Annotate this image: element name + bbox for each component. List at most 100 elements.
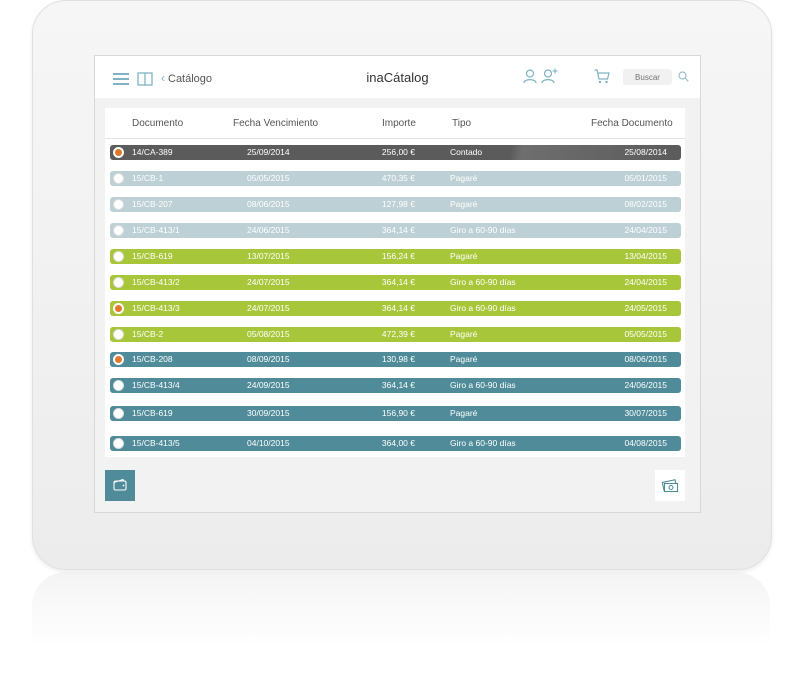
wallet-icon	[113, 478, 127, 491]
table-row[interactable]: 15/CB-619 13/07/2015 156,24 € Pagaré 13/04/2…	[110, 249, 681, 264]
cell-fecha-vencimiento: 08/09/2015	[247, 354, 290, 364]
cell-fecha-vencimiento: 24/09/2015	[247, 380, 290, 390]
cell-importe: 364,00 €	[381, 438, 415, 448]
search-icon[interactable]	[678, 71, 689, 82]
add-user-icon[interactable]	[541, 68, 558, 84]
cell-documento: 15/CB-413/2	[132, 277, 180, 287]
cell-documento: 15/CB-413/4	[132, 380, 180, 390]
cell-tipo: Giro a 60-90 días	[450, 438, 516, 448]
cell-documento: 15/CB-413/5	[132, 438, 180, 448]
radio-unselected[interactable]	[113, 251, 124, 262]
radio-unselected[interactable]	[113, 277, 124, 288]
cell-documento: 15/CB-413/3	[132, 303, 180, 313]
radio-unselected[interactable]	[113, 173, 124, 184]
radio-unselected[interactable]	[113, 199, 124, 210]
table-row[interactable]: 15/CB-1 05/05/2015 470,35 € Pagaré 05/01/201…	[110, 171, 681, 186]
cell-fecha-vencimiento: 08/06/2015	[247, 199, 290, 209]
cell-documento: 15/CB-619	[132, 251, 173, 261]
table-row[interactable]: 15/CB-208 08/09/2015 130,98 € Pagaré 08/06/2…	[110, 352, 681, 367]
radio-unselected[interactable]	[113, 329, 124, 340]
cell-importe: 364,14 €	[381, 225, 415, 235]
cell-documento: 15/CB-619	[132, 408, 173, 418]
cell-fecha-documento: 30/07/2015	[624, 408, 667, 418]
table-row[interactable]: 15/CB-413/5 04/10/2015 364,00 € Giro a 60-9…	[110, 436, 681, 451]
cell-fecha-vencimiento: 05/05/2015	[247, 173, 290, 183]
cart-icon[interactable]	[594, 69, 610, 84]
cell-fecha-documento: 05/05/2015	[624, 329, 667, 339]
table-row[interactable]: 15/CB-413/1 24/06/2015 364,14 € Giro a 60-9…	[110, 223, 681, 238]
tablet-reflection	[32, 572, 770, 679]
cell-tipo: Giro a 60-90 días	[450, 303, 516, 313]
money-button[interactable]	[655, 470, 685, 501]
cell-tipo: Pagaré	[450, 199, 478, 209]
cell-tipo: Giro a 60-90 días	[450, 380, 516, 390]
wallet-button[interactable]	[105, 470, 135, 501]
cell-fecha-documento: 08/02/2015	[624, 199, 667, 209]
cell-documento: 15/CB-1	[132, 173, 164, 183]
radio-unselected[interactable]	[113, 408, 124, 419]
user-icon[interactable]	[523, 69, 537, 84]
cell-documento: 15/CB-2	[132, 329, 164, 339]
column-header-tipo[interactable]: Tipo	[452, 118, 471, 129]
cell-documento: 15/CB-207	[132, 199, 173, 209]
cell-fecha-vencimiento: 13/07/2015	[247, 251, 290, 261]
app-screen: ‹Catálogo inaCátalog Documento Fecha Ven…	[94, 55, 701, 513]
table-row[interactable]: 15/CB-207 08/06/2015 127,98 € Pagaré 08/02/2…	[110, 197, 681, 212]
cell-tipo: Giro a 60-90 días	[450, 225, 516, 235]
column-header-importe[interactable]: Importe	[382, 118, 416, 129]
cell-tipo: Pagaré	[450, 329, 478, 339]
table-row[interactable]: 15/CB-413/4 24/09/2015 364,14 € Giro a 60-9…	[110, 378, 681, 393]
table-row[interactable]: 15/CB-413/2 24/07/2015 364,14 € Giro a 60-9…	[110, 275, 681, 290]
cell-importe: 130,98 €	[381, 354, 415, 364]
cell-fecha-vencimiento: 24/07/2015	[247, 277, 290, 287]
cell-fecha-vencimiento: 24/06/2015	[247, 225, 290, 235]
cell-importe: 470,35 €	[381, 173, 415, 183]
cell-fecha-documento: 24/04/2015	[624, 225, 667, 235]
cell-tipo: Pagaré	[450, 251, 478, 261]
cell-fecha-documento: 13/04/2015	[624, 251, 667, 261]
cell-importe: 364,14 €	[381, 380, 415, 390]
radio-unselected[interactable]	[113, 438, 124, 449]
cell-importe: 472,39 €	[381, 329, 415, 339]
table-header: Documento Fecha Vencimiento Importe Tipo…	[105, 108, 685, 139]
documents-table: Documento Fecha Vencimiento Importe Tipo…	[105, 108, 685, 457]
search-input[interactable]	[623, 69, 672, 85]
radio-selected[interactable]	[113, 303, 124, 314]
cell-importe: 156,24 €	[381, 251, 415, 261]
cell-tipo: Contado	[450, 147, 483, 157]
column-header-fecha-documento[interactable]: Fecha Documento	[591, 118, 673, 129]
column-header-documento[interactable]: Documento	[132, 118, 183, 129]
cell-documento: 14/CA-389	[132, 147, 173, 157]
cell-fecha-documento: 24/04/2015	[624, 277, 667, 287]
table-row[interactable]: 15/CB-413/3 24/07/2015 364,14 € Giro a 60-9…	[110, 301, 681, 316]
cell-tipo: Giro a 60-90 días	[450, 277, 516, 287]
cell-fecha-vencimiento: 04/10/2015	[247, 438, 290, 448]
cell-fecha-documento: 25/08/2014	[624, 147, 667, 157]
cell-fecha-documento: 24/05/2015	[624, 303, 667, 313]
cell-importe: 127,98 €	[381, 199, 415, 209]
table-row[interactable]: 15/CB-2 05/08/2015 472,39 € Pagaré 05/05/201…	[110, 327, 681, 342]
cell-importe: 256,00 €	[381, 147, 415, 157]
cell-fecha-vencimiento: 24/07/2015	[247, 303, 290, 313]
cell-documento: 15/CB-208	[132, 354, 173, 364]
radio-unselected[interactable]	[113, 225, 124, 236]
cell-tipo: Pagaré	[450, 354, 478, 364]
cell-fecha-documento: 08/06/2015	[624, 354, 667, 364]
table-row[interactable]: 14/CA-389 25/09/2014 256,00 € Contado 25/08/…	[110, 145, 681, 160]
table-row[interactable]: 15/CB-619 30/09/2015 156,90 € Pagaré 30/07/2…	[110, 406, 681, 421]
cell-fecha-documento: 05/01/2015	[624, 173, 667, 183]
column-header-fecha-vencimiento[interactable]: Fecha Vencimiento	[233, 118, 318, 129]
cell-fecha-vencimiento: 30/09/2015	[247, 408, 290, 418]
radio-selected[interactable]	[113, 354, 124, 365]
cell-fecha-vencimiento: 25/09/2014	[247, 147, 290, 157]
money-icon	[661, 479, 679, 493]
cell-fecha-vencimiento: 05/08/2015	[247, 329, 290, 339]
cell-importe: 156,90 €	[381, 408, 415, 418]
radio-unselected[interactable]	[113, 380, 124, 391]
cell-fecha-documento: 24/06/2015	[624, 380, 667, 390]
cell-fecha-documento: 04/08/2015	[624, 438, 667, 448]
top-navigation-bar: ‹ Catálogo inaCátalog	[95, 56, 700, 98]
radio-selected[interactable]	[113, 147, 124, 158]
cell-importe: 364,14 €	[381, 303, 415, 313]
cell-tipo: Pagaré	[450, 408, 478, 418]
